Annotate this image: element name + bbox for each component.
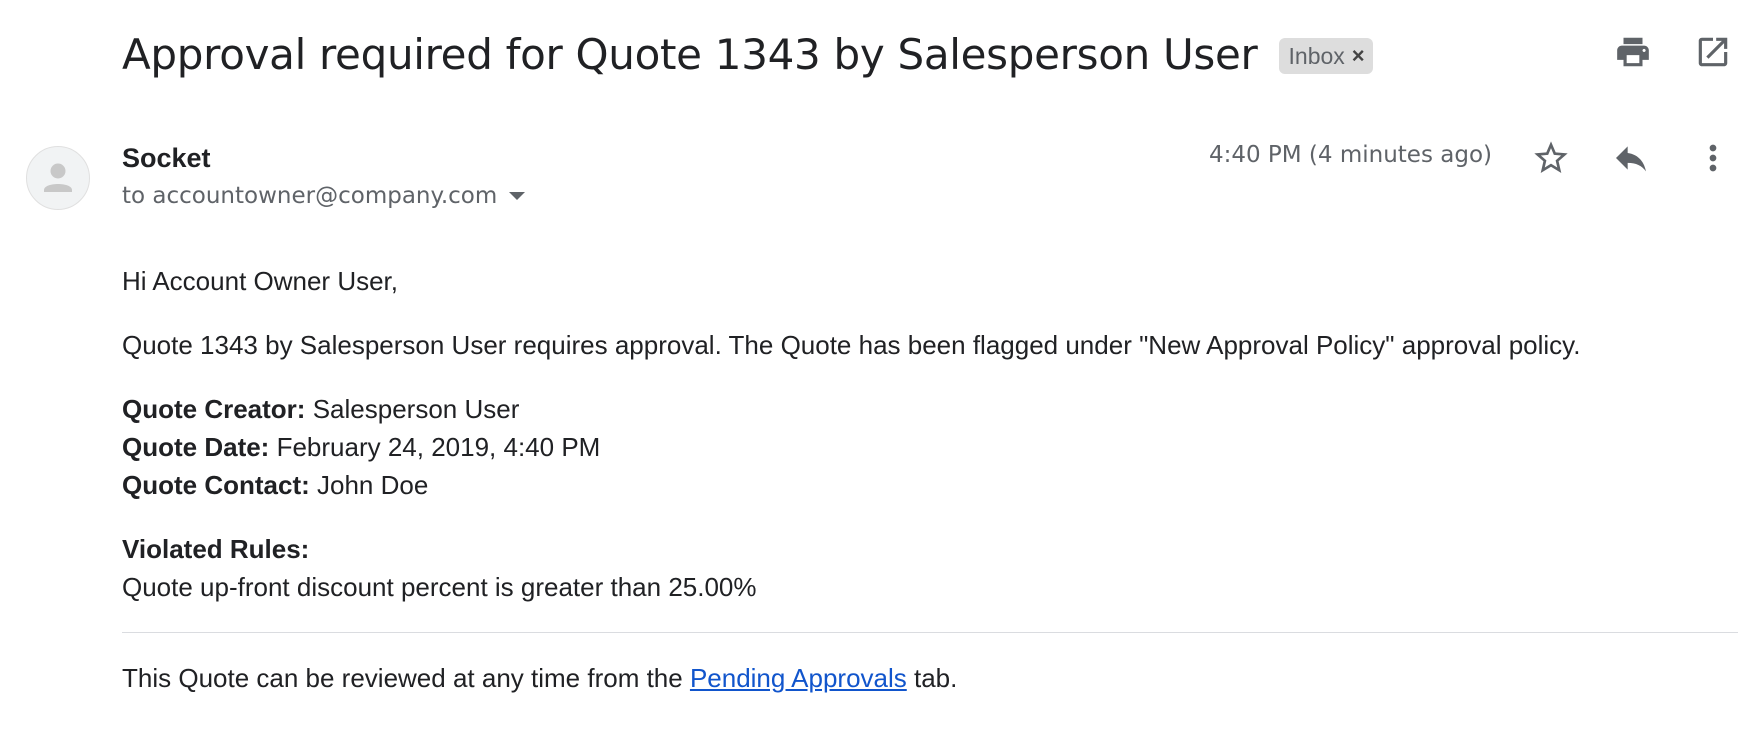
quote-creator-label: Quote Creator: bbox=[122, 394, 306, 424]
inbox-label-chip[interactable]: Inbox × bbox=[1278, 38, 1373, 74]
email-timestamp: 4:40 PM (4 minutes ago) bbox=[1208, 142, 1492, 168]
sender-avatar bbox=[26, 146, 90, 210]
footer-suffix: tab. bbox=[906, 663, 958, 693]
footer-text: This Quote can be reviewed at any time f… bbox=[122, 659, 1750, 697]
quote-details: Quote Creator: Salesperson User Quote Da… bbox=[122, 390, 1750, 504]
quote-contact-value: John Doe bbox=[317, 470, 429, 500]
email-subject: Approval required for Quote 1343 by Sale… bbox=[122, 29, 1258, 79]
label-chip-text: Inbox bbox=[1288, 42, 1345, 69]
star-icon[interactable] bbox=[1531, 138, 1571, 178]
more-vertical-icon[interactable] bbox=[1693, 138, 1733, 178]
print-icon[interactable] bbox=[1614, 33, 1652, 71]
recipient-text: to accountowner@company.com bbox=[122, 183, 498, 209]
chevron-down-icon[interactable] bbox=[509, 192, 526, 200]
quote-date-value: February 24, 2019, 4:40 PM bbox=[276, 432, 601, 462]
footer-prefix: This Quote can be reviewed at any time f… bbox=[122, 663, 690, 693]
email-body: Hi Account Owner User, Quote 1343 by Sal… bbox=[122, 262, 1750, 697]
quote-date-label: Quote Date: bbox=[122, 432, 270, 462]
quote-date-row: Quote Date: February 24, 2019, 4:40 PM bbox=[122, 428, 1750, 466]
remove-label-button[interactable]: × bbox=[1352, 43, 1365, 69]
pending-approvals-link[interactable]: Pending Approvals bbox=[690, 663, 907, 693]
recipient-row: to accountowner@company.com bbox=[122, 183, 526, 209]
quote-contact-label: Quote Contact: bbox=[122, 470, 310, 500]
reply-icon[interactable] bbox=[1611, 138, 1651, 178]
quote-contact-row: Quote Contact: John Doe bbox=[122, 466, 1750, 504]
intro-text: Quote 1343 by Salesperson User requires … bbox=[122, 330, 1581, 360]
violated-rules-heading: Violated Rules: bbox=[122, 534, 310, 564]
quote-creator-value: Salesperson User bbox=[312, 394, 520, 424]
subject-row: Approval required for Quote 1343 by Sale… bbox=[122, 22, 1373, 86]
violated-rule-item: Quote up-front discount percent is great… bbox=[122, 572, 757, 602]
sender-name: Socket bbox=[122, 143, 211, 173]
violated-rules: Violated Rules: Quote up-front discount … bbox=[122, 530, 1750, 606]
body-divider bbox=[122, 632, 1738, 633]
default-avatar-icon bbox=[44, 163, 72, 192]
greeting-text: Hi Account Owner User, bbox=[122, 266, 398, 296]
open-in-new-window-icon[interactable] bbox=[1694, 33, 1732, 71]
quote-creator-row: Quote Creator: Salesperson User bbox=[122, 390, 1750, 428]
